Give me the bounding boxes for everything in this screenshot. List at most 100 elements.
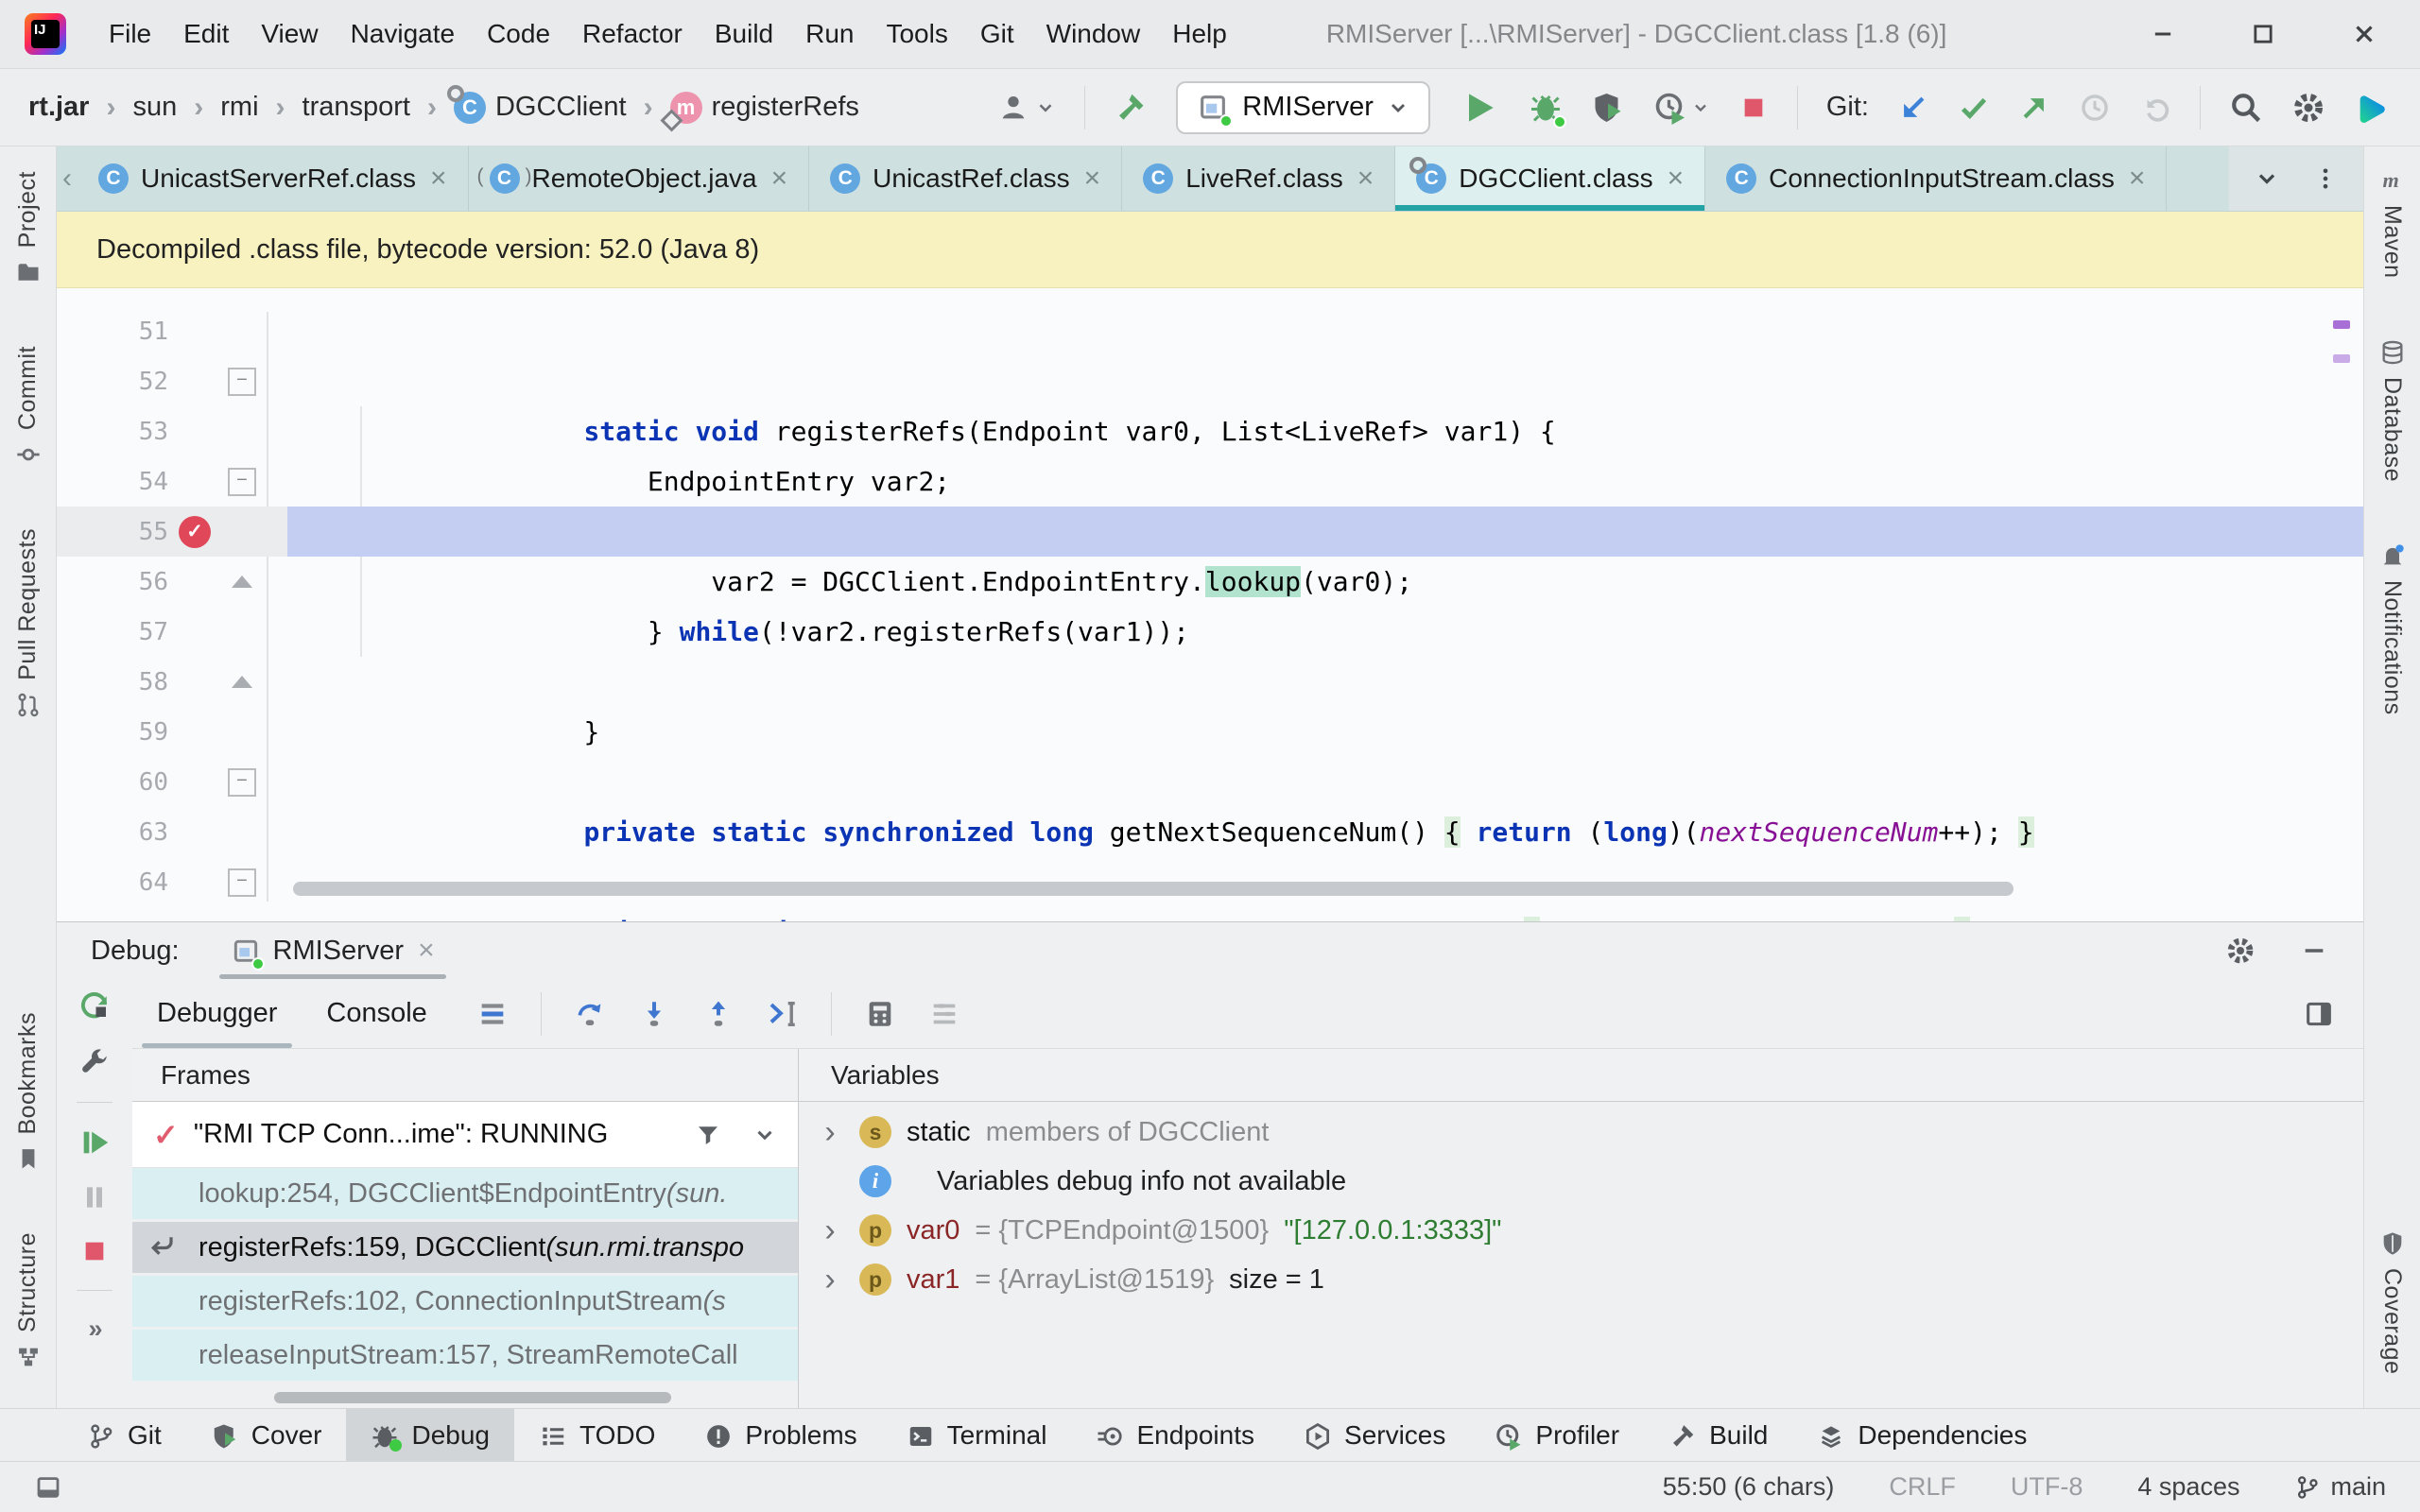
variable-row[interactable]: p var0 = {TCPEndpoint@1500} "[127.0.0.1:…	[799, 1206, 2363, 1255]
editor-tab[interactable]: C DGCClient.class ×	[1395, 146, 1706, 211]
tool-window-bar-item[interactable]: Services	[1279, 1409, 1470, 1461]
menu-item[interactable]: Run	[789, 9, 870, 59]
caret-position[interactable]: 55:50 (6 chars)	[1663, 1472, 1835, 1502]
pause-program-icon[interactable]	[79, 1182, 110, 1212]
editor-tab[interactable]: C RemoteObject.java ×	[469, 146, 810, 211]
mute-breakpoints-icon[interactable]	[928, 998, 960, 1030]
git-update-icon[interactable]	[1897, 92, 1929, 124]
editor-tab[interactable]: C ConnectionInputStream.class ×	[1705, 146, 2168, 211]
breadcrumb-item[interactable]: rmi	[177, 92, 258, 124]
evaluate-expression-icon[interactable]	[864, 998, 896, 1030]
tool-window-bar-item[interactable]: Endpoints	[1071, 1409, 1279, 1461]
code-editor[interactable]: 51 52 − static void registerRefs(Endpoin…	[57, 288, 2363, 921]
hide-panel-icon[interactable]	[2299, 936, 2329, 966]
rerun-icon[interactable]	[78, 988, 112, 1022]
minimize-icon[interactable]	[2150, 21, 2176, 47]
tool-window-button[interactable]: Notifications	[2378, 542, 2406, 714]
chevron-down-icon[interactable]	[752, 1123, 777, 1147]
run-configuration-select[interactable]: RMIServer	[1176, 80, 1430, 134]
line-number[interactable]: 51	[57, 318, 168, 346]
menu-item[interactable]: Edit	[167, 9, 245, 59]
line-number[interactable]: 64	[57, 868, 168, 897]
close-tab-icon[interactable]: ×	[1668, 163, 1685, 195]
git-branch-widget[interactable]: main	[2294, 1472, 2386, 1502]
menu-item[interactable]: Git	[964, 9, 1030, 59]
line-number[interactable]: 63	[57, 818, 168, 847]
gutter[interactable]: 58	[57, 657, 287, 707]
gutter[interactable]: 60	[57, 757, 287, 807]
tool-window-bar-item[interactable]: TODO	[514, 1409, 680, 1461]
tab-list-chevron-icon[interactable]	[2254, 165, 2280, 192]
debugger-view-tab[interactable]: Debugger	[132, 979, 302, 1048]
close-tab-icon[interactable]: ×	[430, 163, 447, 195]
window-layout-icon[interactable]	[34, 1473, 62, 1502]
layout-settings-icon[interactable]	[2303, 998, 2335, 1030]
error-stripe-mark[interactable]	[2333, 354, 2350, 363]
menu-item[interactable]: Code	[471, 9, 566, 59]
step-out-icon[interactable]	[702, 998, 735, 1030]
menu-item[interactable]: File	[93, 9, 167, 59]
stack-frame-row[interactable]: lookup:254, DGCClient$EndpointEntry (sun…	[132, 1168, 798, 1219]
gutter[interactable]: 57	[57, 607, 287, 657]
line-number[interactable]: 55	[57, 518, 168, 546]
gutter[interactable]: 54	[57, 456, 287, 507]
menu-item[interactable]: Help	[1156, 9, 1243, 59]
error-stripe-mark[interactable]	[2333, 320, 2350, 329]
line-number[interactable]: 60	[57, 768, 168, 797]
resume-program-icon[interactable]	[78, 1126, 111, 1159]
expand-chevron-icon[interactable]	[816, 1262, 844, 1298]
fold-marker[interactable]	[221, 676, 263, 688]
file-encoding[interactable]: UTF-8	[2011, 1472, 2083, 1502]
tool-window-button[interactable]: Commit	[14, 346, 42, 468]
user-menu[interactable]	[997, 92, 1056, 124]
line-number[interactable]: 58	[57, 668, 168, 696]
tab-options-kebab-icon[interactable]	[2312, 165, 2339, 192]
stack-frame-row[interactable]: registerRefs:102, ConnectionInputStream …	[132, 1276, 798, 1327]
editor-tab[interactable]: C LiveRef.class ×	[1122, 146, 1396, 211]
thread-selector[interactable]: ✓ "RMI TCP Conn...ime": RUNNING	[132, 1102, 798, 1168]
editor-horizontal-scrollbar[interactable]	[293, 882, 2014, 896]
indent-setting[interactable]: 4 spaces	[2137, 1472, 2239, 1502]
line-separator[interactable]: CRLF	[1889, 1472, 1956, 1502]
line-number[interactable]: 59	[57, 718, 168, 747]
step-into-icon[interactable]	[638, 998, 670, 1030]
settings-gear-icon[interactable]	[2291, 91, 2325, 125]
filter-funnel-icon[interactable]	[694, 1121, 722, 1149]
menu-item[interactable]: Build	[699, 9, 789, 59]
show-execution-point-icon[interactable]	[476, 998, 509, 1030]
debug-session-tab[interactable]: RMIServer ×	[218, 922, 446, 979]
fold-marker[interactable]	[221, 368, 263, 396]
menu-item[interactable]: Window	[1030, 9, 1157, 59]
tool-window-bar-item[interactable]: Cover	[186, 1409, 347, 1461]
close-tab-icon[interactable]: ×	[2129, 163, 2146, 195]
gutter[interactable]: 59	[57, 707, 287, 757]
breadcrumb-item[interactable]: transport	[259, 92, 410, 124]
git-rollback-icon[interactable]	[2139, 92, 2171, 124]
tool-window-bar-item[interactable]: Build	[1644, 1409, 1792, 1461]
tool-window-bar-item[interactable]: Dependencies	[1792, 1409, 2051, 1461]
gutter[interactable]: 55	[57, 507, 287, 557]
fold-marker[interactable]	[221, 468, 263, 496]
breadcrumb-item[interactable]: sun	[89, 92, 177, 124]
build-hammer-icon[interactable]	[1114, 91, 1148, 125]
stack-frame-row[interactable]: releaseInputStream:157, StreamRemoteCall	[132, 1330, 798, 1381]
tool-window-bar-item[interactable]: Git	[62, 1409, 186, 1461]
run-icon[interactable]	[1459, 87, 1500, 129]
line-number[interactable]: 57	[57, 618, 168, 646]
tool-window-button[interactable]: Bookmarks	[14, 1012, 42, 1173]
ai-assistant-icon[interactable]	[2354, 89, 2392, 127]
tool-window-bar-item[interactable]: Problems	[680, 1409, 881, 1461]
profiler-button[interactable]	[1653, 91, 1710, 125]
menu-item[interactable]: Navigate	[335, 9, 472, 59]
fold-marker[interactable]	[221, 576, 263, 588]
line-number[interactable]: 54	[57, 468, 168, 496]
stop-icon[interactable]	[1738, 93, 1769, 123]
run-to-cursor-icon[interactable]	[767, 998, 799, 1030]
fold-marker[interactable]	[221, 868, 263, 897]
menu-item[interactable]: Tools	[870, 9, 963, 59]
close-session-icon[interactable]: ×	[418, 935, 435, 967]
editor-tab[interactable]: C UnicastServerRef.class ×	[78, 146, 469, 211]
line-number[interactable]: 53	[57, 418, 168, 446]
stop-process-icon[interactable]	[79, 1236, 110, 1266]
variable-row[interactable]: s static members of DGCClient	[799, 1108, 2363, 1157]
